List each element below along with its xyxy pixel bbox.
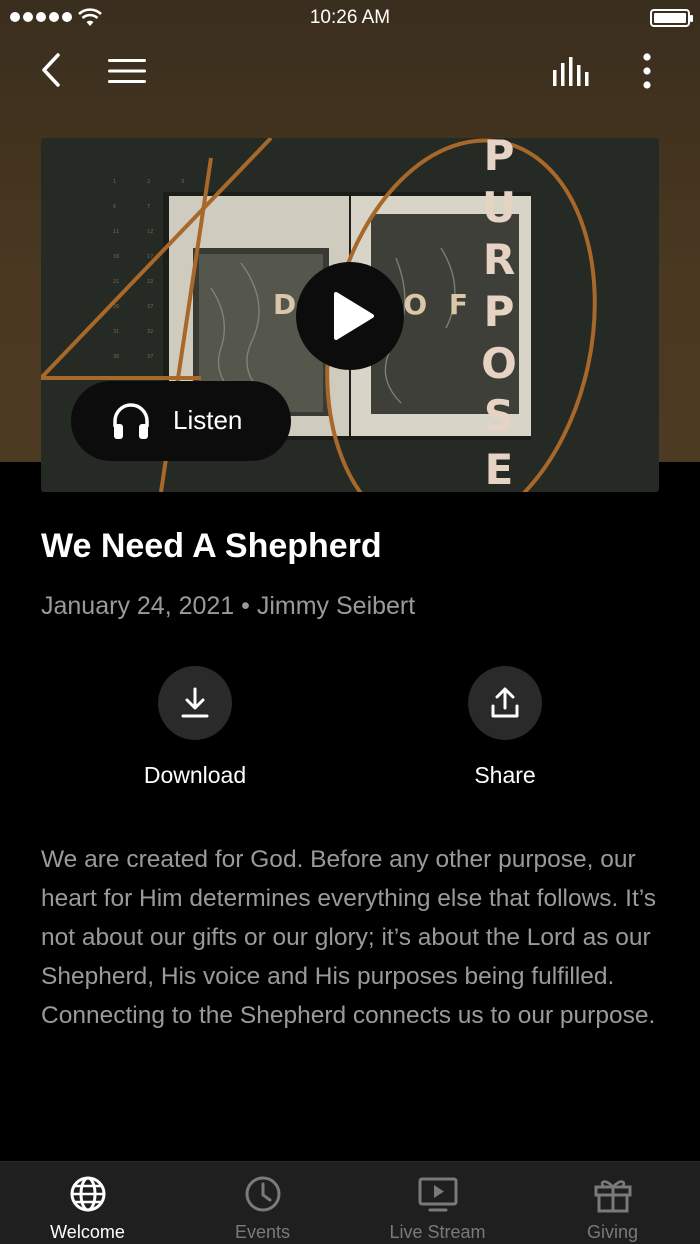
download-circle[interactable] xyxy=(158,666,232,740)
svg-text:S: S xyxy=(484,391,514,440)
sermon-description: We are created for God. Before any other… xyxy=(41,846,657,1029)
svg-text:3: 3 xyxy=(181,179,184,185)
svg-text:32: 32 xyxy=(147,329,153,335)
svg-text:U: U xyxy=(482,183,516,232)
svg-text:16: 16 xyxy=(113,254,119,260)
svg-text:7: 7 xyxy=(147,204,150,210)
tab-welcome[interactable]: Welcome xyxy=(0,1162,175,1244)
tab-label: Welcome xyxy=(50,1222,125,1242)
tab-bar: Welcome Events Live Stream Giving xyxy=(0,1161,700,1244)
svg-text:21: 21 xyxy=(113,279,119,285)
share-label: Share xyxy=(474,762,536,788)
listen-button[interactable]: Listen xyxy=(71,381,291,461)
tab-label: Events xyxy=(234,1222,291,1242)
svg-text:O: O xyxy=(481,339,517,388)
download-label: Download xyxy=(143,762,247,788)
svg-text:22: 22 xyxy=(147,279,153,285)
svg-text:R: R xyxy=(483,235,515,284)
svg-text:37: 37 xyxy=(147,354,153,360)
tab-giving[interactable]: Giving xyxy=(525,1162,700,1244)
tab-label: Giving xyxy=(586,1222,639,1242)
sermon-meta: January 24, 2021 • Jimmy Seibert xyxy=(41,592,416,620)
globe-icon xyxy=(70,1176,106,1212)
battery-icon xyxy=(650,9,693,27)
tab-events[interactable]: Events xyxy=(175,1162,350,1244)
status-bar: 10:26 AM xyxy=(0,0,700,36)
tab-live-stream[interactable]: Live Stream xyxy=(350,1162,525,1244)
clock-icon xyxy=(245,1176,281,1212)
tv-play-icon xyxy=(418,1177,458,1212)
download-button[interactable]: Download xyxy=(115,666,275,789)
headphones-icon xyxy=(113,403,149,439)
listen-label: Listen xyxy=(173,405,243,435)
svg-text:27: 27 xyxy=(147,304,153,310)
svg-text:P: P xyxy=(484,138,515,180)
status-time: 10:26 AM xyxy=(309,7,391,28)
hamburger-menu-icon[interactable] xyxy=(106,56,148,86)
chevron-left-icon[interactable] xyxy=(32,50,72,90)
tab-label: Live Stream xyxy=(389,1222,486,1242)
svg-text:11: 11 xyxy=(113,229,119,235)
vertical-dots-icon[interactable] xyxy=(632,50,662,92)
svg-text:6: 6 xyxy=(113,204,116,210)
svg-text:P: P xyxy=(484,287,515,336)
sermon-title: We Need A Shepherd xyxy=(41,527,382,565)
gift-icon xyxy=(594,1180,632,1213)
svg-text:E: E xyxy=(485,445,514,492)
share-button[interactable]: Share xyxy=(425,666,585,789)
svg-text:1: 1 xyxy=(113,179,116,185)
play-icon xyxy=(334,292,374,340)
svg-text:26: 26 xyxy=(113,304,119,310)
play-button[interactable] xyxy=(296,262,404,370)
svg-text:31: 31 xyxy=(113,329,119,335)
audio-levels-icon[interactable] xyxy=(550,56,594,88)
artwork-purpose-text: P U R P O S E xyxy=(481,138,517,492)
svg-text:2: 2 xyxy=(147,179,150,185)
svg-text:12: 12 xyxy=(147,229,153,235)
share-circle[interactable] xyxy=(468,666,542,740)
download-icon xyxy=(181,687,209,718)
share-icon xyxy=(491,687,519,718)
svg-text:36: 36 xyxy=(113,354,119,360)
